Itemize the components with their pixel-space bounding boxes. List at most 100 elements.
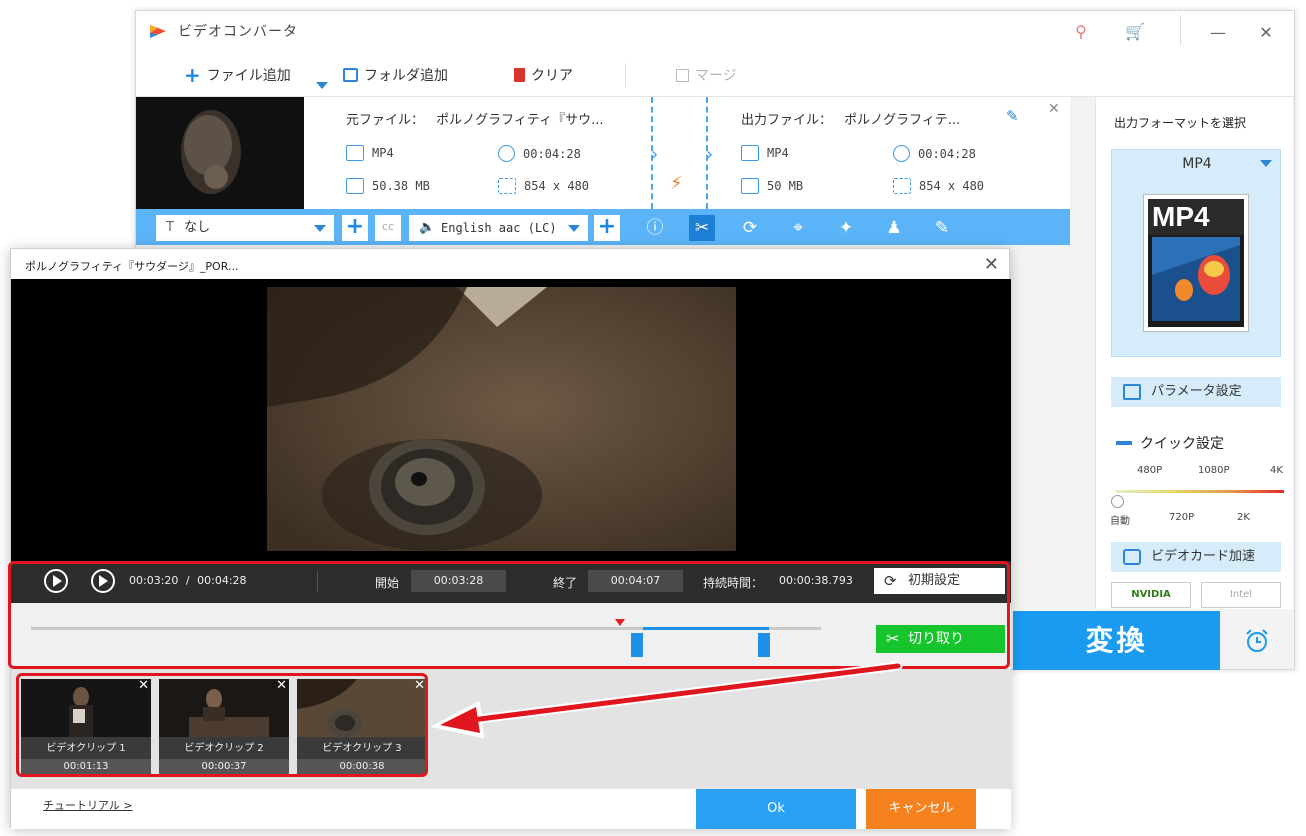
- output-resolution: 854 x 480: [893, 178, 984, 194]
- clock-icon: [498, 145, 515, 162]
- app-title: ビデオコンバータ: [178, 24, 298, 40]
- file-size-icon: [346, 178, 364, 194]
- rotate-icon[interactable]: ⟳: [737, 215, 763, 241]
- subtitle-select[interactable]: T なし: [156, 215, 334, 241]
- format-name: MP4: [1182, 156, 1212, 172]
- clear-button[interactable]: クリア: [514, 65, 573, 85]
- chevron-right-icon: ›: [651, 144, 659, 165]
- crop-icon[interactable]: ⌖: [785, 215, 811, 241]
- subtitle-select-value: なし: [184, 220, 211, 235]
- intel-button[interactable]: Intel: [1201, 582, 1281, 608]
- source-label: 元ファイル：: [346, 113, 425, 128]
- chevron-down-icon: [1260, 160, 1272, 167]
- speaker-icon: 🔈: [419, 220, 436, 235]
- edit-pencil-icon[interactable]: ✎: [1006, 107, 1019, 125]
- clock-icon: [893, 145, 910, 162]
- highlight-box-clips: [16, 673, 428, 777]
- output-file-label: 出力ファイル： ポルノグラフィテ...: [741, 109, 960, 128]
- plus-icon: +: [184, 63, 201, 87]
- quality-1080p: 1080P: [1198, 465, 1230, 476]
- cancel-button[interactable]: キャンセル: [866, 789, 976, 829]
- add-file-button[interactable]: + ファイル追加: [184, 65, 291, 85]
- source-filename: ポルノグラフィティ『サウ...: [436, 113, 604, 128]
- highlight-box-controls: [8, 561, 1010, 669]
- watermark-stamp-icon[interactable]: ♟: [881, 215, 907, 241]
- output-filename: ポルノグラフィテ...: [844, 113, 961, 128]
- edit-toolbar: T なし + cc 🔈 English aac (LC) + ⓘ ✂ ⟳ ⌖ ✦…: [136, 209, 1070, 245]
- chevron-down-icon: [568, 225, 580, 232]
- output-duration: 00:04:28: [893, 145, 976, 162]
- cart-icon[interactable]: 🛒: [1124, 21, 1146, 43]
- alarm-clock-icon[interactable]: [1244, 628, 1270, 654]
- parameter-settings-button[interactable]: パラメータ設定: [1111, 377, 1281, 407]
- video-frame: [267, 287, 736, 551]
- output-format-value: MP4: [767, 146, 789, 160]
- output-duration-value: 00:04:28: [918, 146, 976, 161]
- quality-auto: 自動: [1110, 516, 1130, 527]
- output-format-title: 出力フォーマットを選択: [1114, 116, 1247, 130]
- format-selector[interactable]: MP4 MP4: [1111, 149, 1281, 357]
- chip-icon: [1123, 549, 1141, 565]
- add-subtitle-button[interactable]: +: [342, 215, 368, 241]
- scissors-icon[interactable]: ✂: [689, 215, 715, 241]
- convert-button[interactable]: 変換: [1013, 611, 1220, 670]
- quality-slider[interactable]: [1116, 490, 1284, 493]
- quick-settings-icon: [1116, 441, 1132, 445]
- tutorial-link[interactable]: チュートリアル >: [43, 797, 133, 813]
- close-button[interactable]: ✕: [1256, 23, 1276, 43]
- audio-select-value: English aac (LC): [441, 221, 557, 235]
- source-duration-value: 00:04:28: [523, 146, 581, 161]
- source-duration: 00:04:28: [498, 145, 581, 162]
- nvidia-button[interactable]: NVIDIA: [1111, 582, 1191, 608]
- add-audio-button[interactable]: +: [594, 215, 620, 241]
- app-logo-icon: [150, 25, 166, 38]
- sliders-icon: [1123, 384, 1141, 400]
- dialog-close-icon[interactable]: ✕: [984, 254, 999, 275]
- gpu-acceleration-button[interactable]: ビデオカード加速: [1111, 542, 1281, 572]
- merge-button[interactable]: マージ: [676, 65, 737, 85]
- clear-label: クリア: [531, 68, 573, 84]
- trash-icon: [514, 68, 525, 82]
- dialog-title: ポルノグラフィティ『サウダージ』_POR...: [25, 260, 239, 273]
- video-thumbnail: [136, 97, 304, 209]
- minimize-button[interactable]: —: [1208, 23, 1228, 43]
- edit-subtitle-icon[interactable]: ✎: [929, 215, 955, 241]
- gpu-acceleration-label: ビデオカード加速: [1151, 549, 1256, 564]
- source-size: 50.38 MB: [346, 178, 430, 194]
- add-file-dropdown-icon[interactable]: [316, 82, 328, 89]
- divider: [1180, 15, 1181, 45]
- output-panel: 出力フォーマットを選択 MP4 MP4 パラメータ設定 クイック設定 480P …: [1095, 97, 1293, 609]
- quality-720p: 720P: [1169, 512, 1195, 523]
- divider: [625, 63, 626, 87]
- cc-icon[interactable]: cc: [375, 215, 401, 241]
- chevron-right-icon: ›: [706, 144, 714, 165]
- add-folder-button[interactable]: フォルダ追加: [343, 65, 448, 85]
- resolution-icon: [893, 178, 911, 194]
- output-label: 出力ファイル：: [741, 113, 833, 128]
- output-format: MP4: [741, 145, 789, 161]
- output-resolution-value: 854 x 480: [919, 179, 985, 193]
- file-item: 元ファイル： ポルノグラフィティ『サウ... MP4 00:04:28 50.3…: [136, 97, 1070, 209]
- audio-select[interactable]: 🔈 English aac (LC): [409, 215, 588, 241]
- source-format-value: MP4: [372, 146, 394, 160]
- info-icon[interactable]: ⓘ: [642, 215, 668, 241]
- quality-4k: 4K: [1270, 465, 1283, 476]
- annotation-arrow-icon: [430, 661, 903, 739]
- effects-wand-icon[interactable]: ✦: [833, 215, 859, 241]
- source-file-label: 元ファイル： ポルノグラフィティ『サウ...: [346, 109, 604, 128]
- folder-icon: [343, 68, 358, 82]
- source-size-value: 50.38 MB: [372, 179, 430, 193]
- file-size-icon: [741, 178, 759, 194]
- remove-file-icon[interactable]: ✕: [1048, 101, 1060, 117]
- add-folder-label: フォルダ追加: [364, 68, 448, 84]
- mp4-format-icon-text: MP4: [1152, 201, 1210, 232]
- output-size: 50 MB: [741, 178, 803, 194]
- key-icon[interactable]: ⚲: [1070, 21, 1092, 43]
- quality-slider-handle[interactable]: [1111, 495, 1124, 508]
- ok-button[interactable]: Ok: [696, 789, 856, 829]
- merge-label: マージ: [695, 68, 737, 84]
- intel-label: Intel: [1229, 589, 1253, 600]
- source-resolution: 854 x 480: [498, 178, 589, 194]
- quick-settings-title: クイック設定: [1116, 433, 1224, 453]
- title-bar: ビデオコンバータ ⚲ 🛒 — ✕: [136, 11, 1294, 55]
